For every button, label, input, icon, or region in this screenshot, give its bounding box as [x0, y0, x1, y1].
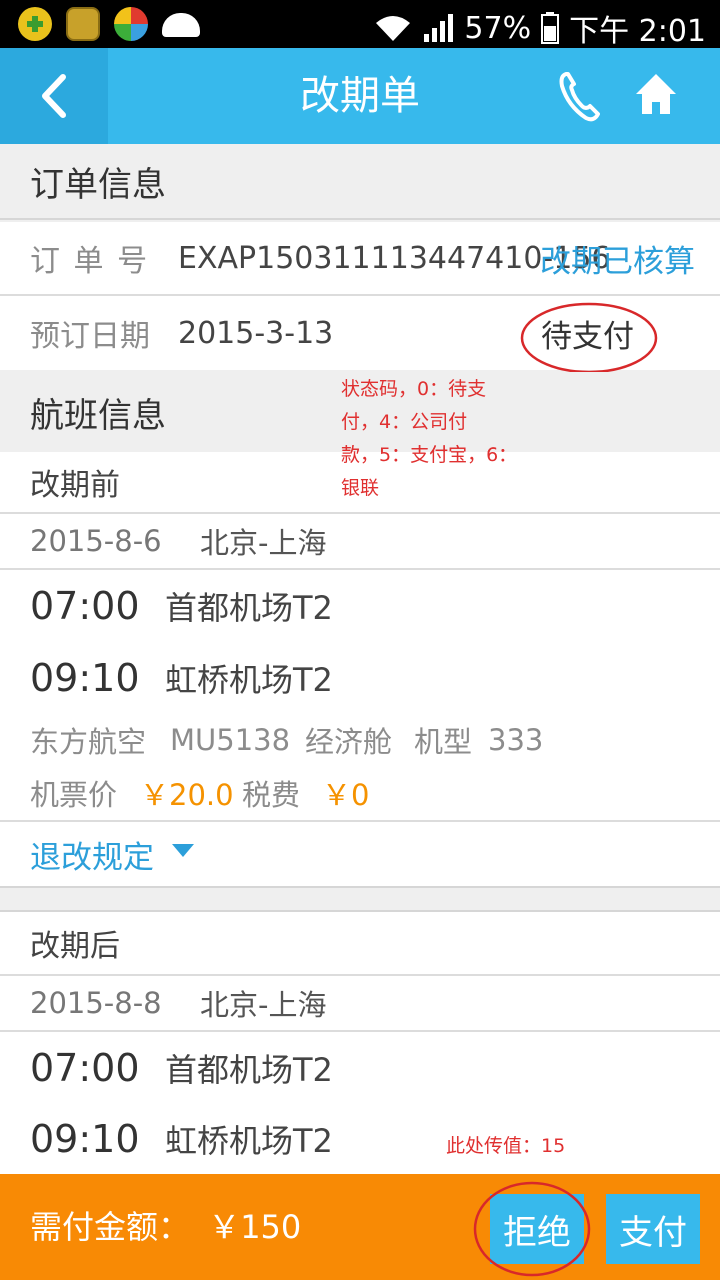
- pay-button[interactable]: 支付: [606, 1194, 700, 1264]
- amount-label: 需付金额：: [30, 1208, 191, 1246]
- after-title: 改期后: [30, 929, 120, 964]
- before-departure-row: 07:00 首都机场T2: [0, 570, 720, 642]
- airline: 东方航空: [30, 725, 147, 759]
- signal-icon: [424, 14, 454, 42]
- price-label: 机票价: [30, 778, 118, 812]
- before-flight-detail-row: 东方航空 MU5138 经济舱 机型 333: [0, 714, 720, 766]
- after-date: 2015-8-8: [30, 986, 162, 1020]
- aircraft-label: 机型: [414, 725, 473, 759]
- app-ball-icon: [114, 7, 148, 41]
- after-route-row: 2015-8-8 北京-上海: [0, 976, 720, 1032]
- app-bell-icon: [66, 7, 100, 41]
- booking-date-label: 预订日期: [30, 319, 150, 354]
- before-arr-airport: 虹桥机场T2: [165, 661, 333, 699]
- aircraft-type: 333: [488, 723, 544, 757]
- triangle-down-icon: [172, 844, 194, 857]
- after-route: 北京-上海: [200, 988, 327, 1022]
- after-title-row: 改期后: [0, 912, 720, 976]
- ticket-price: ￥20.0: [140, 778, 234, 812]
- red-circle-annotation-reject: [473, 1181, 591, 1277]
- cabin-class: 经济舱: [305, 725, 393, 759]
- amount-area: 需付金额： ￥150: [30, 1174, 301, 1280]
- red-circle-annotation: [520, 302, 658, 374]
- app-plus-icon: [18, 7, 52, 41]
- before-dep-airport: 首都机场T2: [165, 589, 333, 627]
- before-arrival-row: 09:10 虹桥机场T2: [0, 642, 720, 714]
- chevron-left-icon: [42, 74, 66, 118]
- back-button[interactable]: [0, 48, 108, 144]
- order-status: 改期已核算: [540, 243, 695, 280]
- phone-button[interactable]: [556, 70, 602, 126]
- refund-rules-label: 退改规定: [30, 839, 154, 876]
- tax-amount: ￥0: [322, 778, 370, 812]
- booking-date: 2015-3-13: [178, 315, 334, 351]
- order-section-title: 订单信息: [0, 144, 720, 220]
- pass-value-note: 此处传值：15: [446, 1135, 566, 1157]
- tax-label: 税费: [242, 778, 301, 812]
- order-number-row: 订 单 号 EXAP150311113447410-156 改期已核算: [0, 222, 720, 296]
- home-icon: [636, 74, 676, 114]
- after-departure-row: 07:00 首都机场T2: [0, 1032, 720, 1104]
- page-title: 改期单: [300, 73, 420, 119]
- battery-percent: 57%: [464, 10, 532, 46]
- after-dep-time: 07:00: [30, 1046, 140, 1090]
- status-bar: 57% 下午 2:01: [0, 0, 720, 49]
- refund-rules-toggle[interactable]: 退改规定: [0, 822, 720, 886]
- wifi-icon: [376, 16, 411, 41]
- home-button[interactable]: [634, 72, 678, 120]
- after-arrival-row: 09:10 虹桥机场T2: [0, 1104, 720, 1174]
- amount-value: ￥150: [208, 1208, 302, 1246]
- clock: 下午 2:01: [569, 14, 706, 49]
- before-price-row: 机票价 ￥20.0 税费 ￥0: [0, 766, 720, 822]
- after-arr-airport: 虹桥机场T2: [165, 1122, 333, 1160]
- after-arr-time: 09:10: [30, 1117, 140, 1161]
- before-arr-time: 09:10: [30, 656, 140, 700]
- nav-bar: 改期单: [0, 48, 720, 144]
- android-icon: [162, 13, 200, 37]
- battery-icon: [541, 12, 560, 44]
- before-date: 2015-8-6: [30, 524, 162, 558]
- section-divider: [0, 886, 720, 912]
- after-dep-airport: 首都机场T2: [165, 1051, 333, 1089]
- before-route-row: 2015-8-6 北京-上海: [0, 514, 720, 570]
- before-dep-time: 07:00: [30, 584, 140, 628]
- order-number-label: 订 单 号: [30, 244, 150, 279]
- phone-icon: [559, 72, 600, 122]
- before-route: 北京-上海: [200, 526, 327, 560]
- flight-number: MU5138: [170, 723, 291, 757]
- before-title: 改期前: [30, 468, 120, 503]
- status-code-note-overlay: 款，5：支付宝，6： 银联: [341, 444, 518, 499]
